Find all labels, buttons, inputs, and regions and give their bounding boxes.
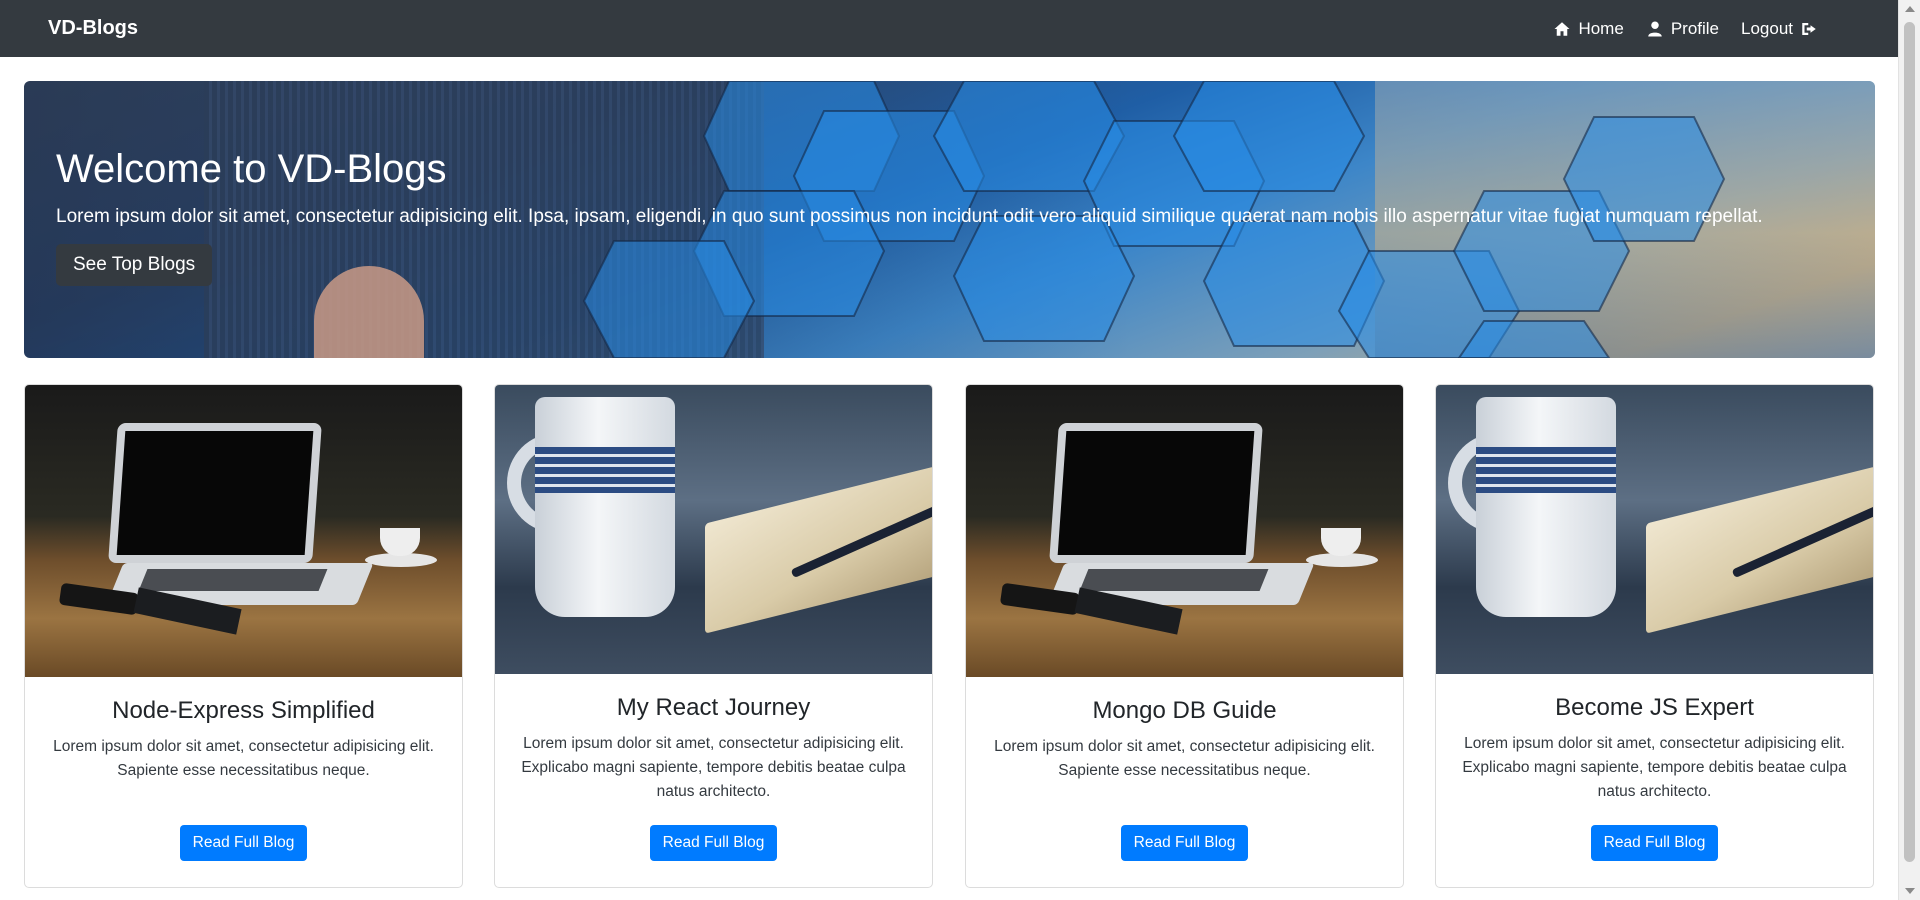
blog-card: Node-Express Simplified Lorem ipsum dolo… [24,384,463,888]
blog-card-image-laptop [966,385,1403,677]
blog-card: Become JS Expert Lorem ipsum dolor sit a… [1435,384,1874,888]
nav-profile-label: Profile [1670,18,1719,38]
hero-content: Welcome to VD-Blogs Lorem ipsum dolor si… [56,147,1763,286]
nav-logout-link[interactable]: Logout [1741,19,1818,39]
navbar: VD-Blogs Home Profile Logout [0,0,1898,57]
scroll-down-arrow-icon[interactable] [1905,888,1915,894]
hero-jumbotron: Welcome to VD-Blogs Lorem ipsum dolor si… [24,81,1875,358]
blog-card-text: Lorem ipsum dolor sit amet, consectetur … [1462,735,1847,800]
user-icon [1648,21,1662,36]
blog-card: Mongo DB Guide Lorem ipsum dolor sit ame… [965,384,1404,888]
hero-text: Lorem ipsum dolor sit amet, consectetur … [56,206,1763,227]
see-top-blogs-button[interactable]: See Top Blogs [56,244,213,286]
blog-card-image-mug [495,385,932,674]
read-full-blog-button[interactable]: Read Full Blog [649,825,778,861]
nav-logout-label: Logout [1741,18,1793,38]
hero-title: Welcome to VD-Blogs [56,147,447,191]
scroll-up-arrow-icon[interactable] [1905,6,1915,12]
brand-logo[interactable]: VD-Blogs [48,17,138,40]
sign-out-icon [1802,22,1816,35]
nav-profile-link[interactable]: Profile [1646,19,1719,39]
read-full-blog-button[interactable]: Read Full Blog [1120,825,1249,861]
blog-card-title: My React Journey [616,694,811,721]
blog-card-text: Lorem ipsum dolor sit amet, consectetur … [53,738,434,779]
blog-card-title: Node-Express Simplified [112,697,375,724]
vertical-scrollbar[interactable] [1898,0,1920,900]
blog-card-image-mug [1436,385,1873,674]
page: VD-Blogs Home Profile Logout Welcome to … [0,0,1920,900]
blog-card-text: Lorem ipsum dolor sit amet, consectetur … [521,735,906,800]
nav-home-label: Home [1578,18,1624,38]
blog-card: My React Journey Lorem ipsum dolor sit a… [494,384,933,888]
nav-home-link[interactable]: Home [1553,18,1624,39]
nav-links: Home Profile Logout [1553,19,1818,39]
read-full-blog-button[interactable]: Read Full Blog [179,825,308,861]
scrollbar-thumb[interactable] [1904,22,1915,862]
blog-card-title: Mongo DB Guide [1092,697,1277,724]
home-icon [1554,21,1570,36]
blog-card-title: Become JS Expert [1555,694,1754,721]
blog-card-image-laptop [25,385,462,677]
read-full-blog-button[interactable]: Read Full Blog [1590,825,1719,861]
blog-card-text: Lorem ipsum dolor sit amet, consectetur … [994,738,1375,779]
